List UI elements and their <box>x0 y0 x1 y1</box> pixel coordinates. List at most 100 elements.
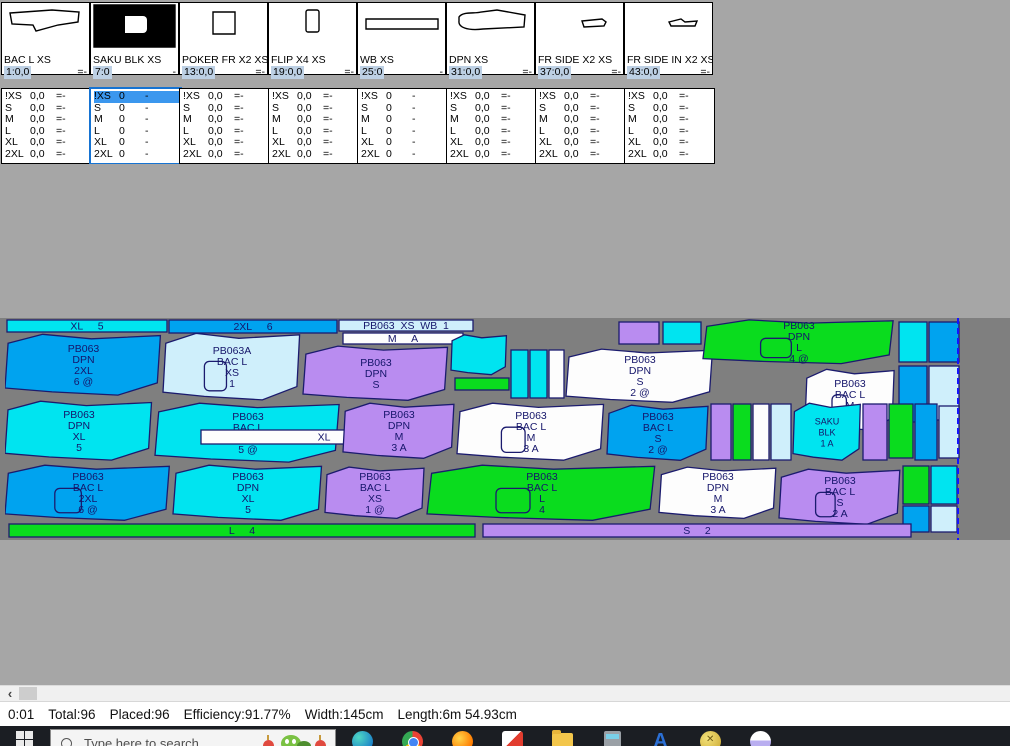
worda-taskbar-icon[interactable]: A <box>650 731 671 746</box>
size-table[interactable]: !XS0,0=-S0,0=-M0,0=-L0,0=-XL0,0=-2XL0,0=… <box>268 88 359 164</box>
size-row[interactable]: M0,0=- <box>272 114 358 126</box>
size-row[interactable]: XL0,0=- <box>450 137 536 149</box>
size-table[interactable]: !XS0-S0-M0-L0-XL0-2XL0- <box>89 87 182 165</box>
size-row[interactable]: M0- <box>361 114 447 126</box>
size-row[interactable]: XL0,0=- <box>272 137 358 149</box>
size-table[interactable]: !XS0,0=-S0,0=-M0,0=-L0,0=-XL0,0=-2XL0,0=… <box>446 88 537 164</box>
size-row[interactable]: !XS0,0=- <box>5 91 91 103</box>
firefox-taskbar-icon[interactable] <box>452 731 473 746</box>
size-row[interactable]: 2XL0- <box>361 149 447 161</box>
edge-taskbar-icon[interactable] <box>352 731 373 746</box>
marker-piece[interactable]: PB063ABAC LXS1 <box>163 333 300 400</box>
marker-piece[interactable]: L 4 <box>9 524 475 537</box>
size-row[interactable]: XL0,0=- <box>539 137 625 149</box>
marker-piece[interactable]: SAKUBLK1 A <box>793 403 860 460</box>
marker-piece[interactable]: PB063DPN2XL6 @ <box>5 334 160 395</box>
piece-card[interactable]: WB XS25:0- <box>357 2 446 75</box>
cad-taskbar-icon[interactable] <box>502 731 523 746</box>
size-row[interactable]: !XS0,0=- <box>272 91 358 103</box>
size-row[interactable]: 2XL0,0=- <box>183 149 269 161</box>
scrollbar-thumb[interactable] <box>19 687 37 700</box>
search-input[interactable] <box>82 735 246 746</box>
size-row[interactable]: 2XL0,0=- <box>628 149 714 161</box>
windows-start-button[interactable] <box>16 731 33 746</box>
marker-piece[interactable]: PB063BAC LXS1 @ <box>325 467 424 518</box>
size-row[interactable]: S0,0=- <box>539 103 625 115</box>
marker-piece[interactable] <box>511 350 528 398</box>
marker-piece[interactable]: PB063DPNXL5 <box>5 401 152 460</box>
size-table[interactable]: !XS0,0=-S0,0=-M0,0=-L0,0=-XL0,0=-2XL0,0=… <box>624 88 715 164</box>
piece-card[interactable]: FR SIDE IN X2 XS43:0,0=- <box>624 2 713 75</box>
marker-piece[interactable] <box>733 404 751 460</box>
size-row[interactable]: !XS0,0=- <box>539 91 625 103</box>
marker-piece[interactable]: PB063BAC LM3 A <box>457 403 604 460</box>
marker-piece[interactable] <box>663 322 701 344</box>
size-row[interactable]: M0,0=- <box>183 114 269 126</box>
scroll-left-button[interactable]: ‹ <box>2 687 18 701</box>
marker-piece[interactable]: PB063 XS WB 1 <box>339 320 473 332</box>
marker-piece[interactable] <box>929 322 959 362</box>
marker-piece[interactable]: PB063BAC LL4 <box>427 465 655 520</box>
marker-piece[interactable] <box>619 322 659 344</box>
marker-piece[interactable] <box>451 335 506 375</box>
marker-piece[interactable] <box>711 404 731 460</box>
size-row[interactable]: XL0,0=- <box>5 137 91 149</box>
marker-piece[interactable] <box>549 350 564 398</box>
marker-piece[interactable] <box>931 506 957 532</box>
marker-piece[interactable]: PB063DPNM3 A <box>343 403 454 458</box>
size-row[interactable]: 2XL0,0=- <box>539 149 625 161</box>
marker-piece[interactable] <box>889 404 913 458</box>
piece-card[interactable]: POKER FR X2 XS13:0,0=- <box>179 2 268 75</box>
size-row[interactable]: S0,0=- <box>450 103 536 115</box>
taskbar-search[interactable] <box>50 729 336 746</box>
size-row[interactable]: !XS0,0=- <box>183 91 269 103</box>
marker-piece[interactable] <box>939 406 959 458</box>
marker-piece[interactable] <box>753 404 769 460</box>
marker-piece[interactable] <box>455 378 509 390</box>
piece-card[interactable]: DPN XS31:0,0=- <box>446 2 535 75</box>
size-row[interactable]: S0,0=- <box>628 103 714 115</box>
marker-piece[interactable] <box>530 350 547 398</box>
marker-piece[interactable] <box>899 322 927 362</box>
size-row[interactable]: 2XL0,0=- <box>272 149 358 161</box>
size-row[interactable]: XL0- <box>94 137 180 149</box>
size-table[interactable]: !XS0,0=-S0,0=-M0,0=-L0,0=-XL0,0=-2XL0,0=… <box>535 88 626 164</box>
marker-piece[interactable]: PB063DPNS <box>303 346 448 400</box>
size-row[interactable]: S0- <box>94 103 180 115</box>
msg-taskbar-icon[interactable] <box>700 731 721 746</box>
horizontal-scrollbar[interactable]: ‹ <box>0 685 1010 701</box>
size-row[interactable]: M0,0=- <box>628 114 714 126</box>
marker-piece[interactable]: PB063DPNM3 A <box>659 467 776 518</box>
size-row[interactable]: XL0,0=- <box>628 137 714 149</box>
marker-piece[interactable] <box>771 404 791 460</box>
size-row[interactable]: !XS0- <box>361 91 447 103</box>
size-row[interactable]: S0,0=- <box>272 103 358 115</box>
size-row[interactable]: M0,0=- <box>539 114 625 126</box>
marker-piece[interactable]: PB063BAC L2XL6 @ <box>5 465 169 520</box>
marker-piece[interactable] <box>903 466 929 504</box>
size-row[interactable]: M0,0=- <box>5 114 91 126</box>
size-table[interactable]: !XS0,0=-S0,0=-M0,0=-L0,0=-XL0,0=-2XL0,0=… <box>179 88 270 164</box>
marker-piece[interactable]: S 2 <box>483 524 911 537</box>
folder-taskbar-icon[interactable] <box>552 733 573 746</box>
marker-piece[interactable]: XL 5 <box>7 320 167 333</box>
size-row[interactable]: 2XL0,0=- <box>450 149 536 161</box>
size-row[interactable]: M0- <box>94 114 180 126</box>
marker-piece[interactable] <box>931 466 957 504</box>
marker-piece[interactable]: 2XL 6 <box>169 320 337 333</box>
marker-piece[interactable]: PB063DPNS2 @ <box>566 349 713 402</box>
marker-piece[interactable]: PB063BAC LS2 @ <box>607 405 708 460</box>
chrome-taskbar-icon[interactable] <box>402 731 423 746</box>
size-row[interactable]: S0,0=- <box>5 103 91 115</box>
pura-taskbar-icon[interactable] <box>750 731 771 746</box>
piece-card[interactable]: FR SIDE X2 XS37:0,0=- <box>535 2 624 75</box>
size-row[interactable]: S0- <box>361 103 447 115</box>
size-row[interactable]: 2XL0,0=- <box>5 149 91 161</box>
marker-workspace[interactable]: XL 52XL 6PB063 XS WB 1M APB063DPN2XL6 @P… <box>0 164 1010 685</box>
marker-piece[interactable]: PB063BAC LS2 A <box>779 469 900 524</box>
size-row[interactable]: M0,0=- <box>450 114 536 126</box>
size-row[interactable]: XL0- <box>361 137 447 149</box>
calc-taskbar-icon[interactable] <box>604 731 621 746</box>
piece-card[interactable]: FLIP X4 XS19:0,0=- <box>268 2 357 75</box>
piece-card[interactable]: BAC L XS1:0,0=- <box>1 2 90 75</box>
